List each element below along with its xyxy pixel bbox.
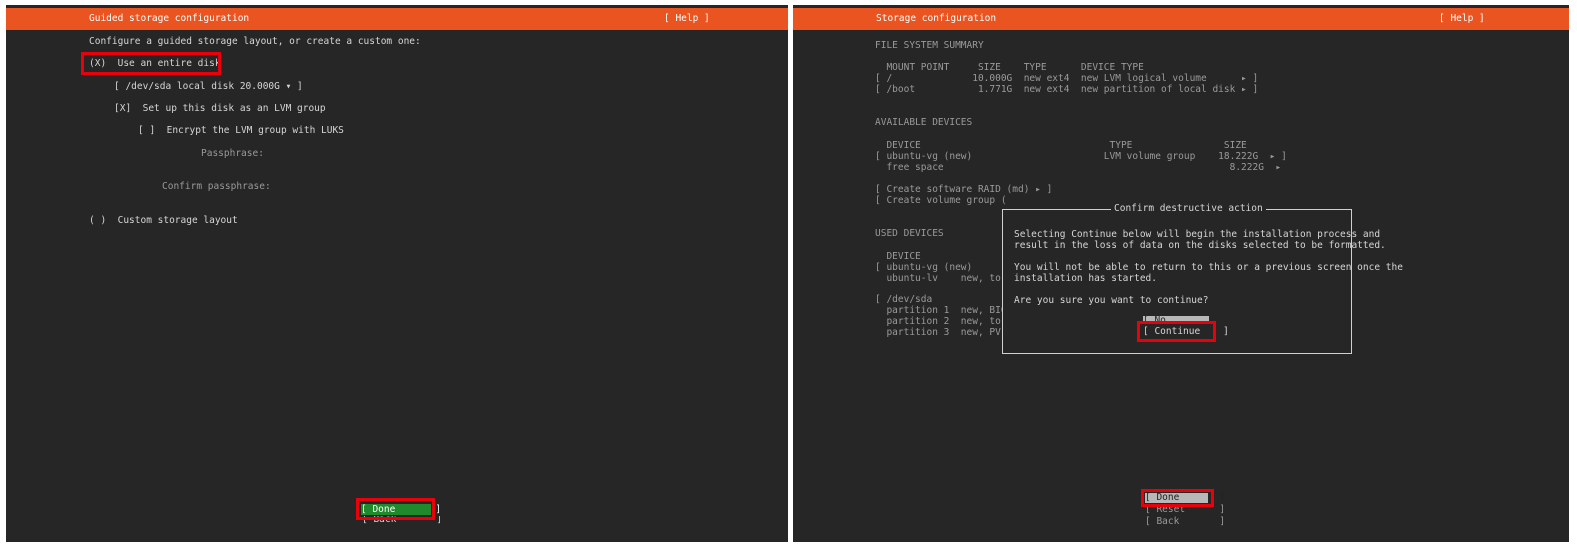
intro-text: Configure a guided storage layout, or cr… [89,36,421,47]
available-row-free-space[interactable]: free space 8.222G ▸ [875,162,1281,173]
dialog-paragraph-2: You will not be able to return to this o… [1014,262,1403,284]
guided-storage-pane: Guided storage configuration [ Help ] Co… [6,5,788,542]
help-button[interactable]: [ Help ] [1439,13,1485,24]
available-row-ubuntu-vg[interactable]: [ ubuntu-vg (new) LVM volume group 18.22… [875,151,1287,162]
used-device-line[interactable]: ubuntu-lv new, to [875,273,1000,284]
available-column-headers: DEVICE TYPE SIZE [875,140,1247,151]
fs-row-root[interactable]: [ / 10.000G new ext4 new LVM logical vol… [875,73,1258,84]
used-device-line[interactable]: partition 1 new, BIO [875,305,1006,316]
page-title: Guided storage configuration [89,13,250,24]
lvm-group-checkbox[interactable]: [X] Set up this disk as an LVM group [114,103,326,114]
used-device-line[interactable]: [ ubuntu-vg (new) [875,262,972,273]
page-title: Storage configuration [876,13,997,24]
custom-storage-layout-radio[interactable]: ( ) Custom storage layout [89,215,238,226]
highlight-box [1137,321,1216,342]
fs-column-headers: MOUNT POINT SIZE TYPE DEVICE TYPE [875,62,1144,73]
disk-select-dropdown[interactable]: [ /dev/sda local disk 20.000G ▾ ] [114,81,303,92]
header-bar: Storage configuration [ Help ] [793,8,1569,30]
available-devices-header: AVAILABLE DEVICES [875,117,973,128]
passphrase-label: Passphrase: [201,148,264,159]
confirm-passphrase-label: Confirm passphrase: [162,181,271,192]
file-system-summary-header: FILE SYSTEM SUMMARY [875,40,984,51]
dialog-title: Confirm destructive action [1111,203,1266,215]
confirm-destructive-action-dialog: Confirm destructive action Selecting Con… [1002,203,1403,354]
create-volume-group-button[interactable]: [ Create volume group ( [875,195,1007,206]
fs-row-boot[interactable]: [ /boot 1.771G new ext4 new partition of… [875,84,1258,95]
encrypt-luks-checkbox[interactable]: [ ] Encrypt the LVM group with LUKS [138,125,344,136]
back-button[interactable]: [ Back ] [1145,516,1225,527]
dialog-question: Are you sure you want to continue? [1014,295,1209,306]
highlight-box [1141,489,1214,507]
used-devices-header: USED DEVICES [875,228,944,239]
used-device-line[interactable]: partition 3 new, PV [875,327,1000,338]
header-bar: Guided storage configuration [ Help ] [6,8,788,30]
help-button[interactable]: [ Help ] [664,13,710,24]
highlight-box [81,52,221,75]
used-device-line[interactable]: partition 2 new, to [875,316,1000,327]
dialog-paragraph-1: Selecting Continue below will begin the … [1014,229,1386,251]
highlight-box [356,498,435,520]
used-device-line: DEVICE [875,251,921,262]
used-device-line[interactable]: [ /dev/sda [875,294,932,305]
storage-configuration-pane: Storage configuration [ Help ] FILE SYST… [793,5,1569,542]
create-software-raid-button[interactable]: [ Create software RAID (md) ▸ ] [875,184,1052,195]
